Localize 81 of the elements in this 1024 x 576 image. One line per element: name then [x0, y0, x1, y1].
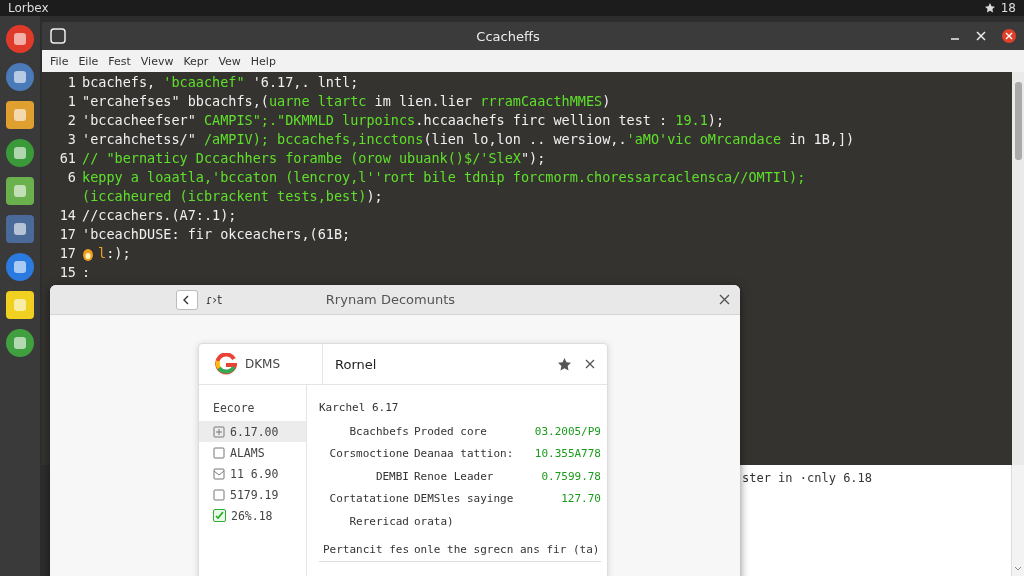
field-value: DEMSles sayinge — [414, 492, 515, 506]
code-line: l:); — [98, 244, 131, 263]
g-logo-icon — [215, 353, 237, 375]
line-number: 1 — [66, 92, 76, 111]
field-value: Renoe Leader — [414, 469, 495, 483]
top-bar-title: Lorbex — [8, 1, 49, 15]
field-label: Bcachbefs — [348, 424, 409, 438]
code-line: 'bceachDUSE: fir okceachers,(61B; — [82, 225, 351, 244]
card-heading: Rornel — [335, 356, 378, 372]
scrollbar[interactable] — [1012, 72, 1024, 465]
menu-item[interactable]: Vew — [218, 54, 241, 68]
field-number: 03.2005/P9 — [533, 424, 601, 438]
line-number: 6 — [66, 168, 76, 187]
field-value: Deanaa tattion: — [414, 447, 515, 461]
line-number: 61 — [58, 149, 76, 168]
field-label: Cortatatione — [328, 492, 409, 506]
checkbox[interactable] — [213, 509, 226, 522]
chevron-down-icon[interactable] — [1014, 566, 1022, 572]
mail-icon — [213, 467, 225, 480]
line-number: 15 — [58, 263, 76, 282]
line-number: 2 — [66, 111, 76, 130]
list-item[interactable]: 5179.19 — [199, 484, 306, 505]
menu-item[interactable]: Help — [250, 54, 276, 68]
field-number: 0.7599.78 — [540, 469, 601, 483]
app-icon[interactable] — [5, 290, 35, 320]
field-label: DEMBI — [374, 469, 409, 483]
close-icon[interactable] — [719, 294, 730, 305]
code-line: keppy a loaatla,'bccaton (lencroy,l''rort bile tdnip forcmorm.choressarcaclensca//OMTIl); — [82, 168, 806, 187]
list-item[interactable]: ALAMS — [199, 442, 306, 463]
line-number: 3 — [66, 130, 76, 149]
code-line: "ercahefses" bbcachfs,(uarne ltartc im lien.lier rrramCaacthMMES) — [82, 92, 611, 111]
code-line: bcachefs, 'bcaachef" '6.17,. lntl; — [82, 73, 359, 92]
account-name: DKMS — [245, 357, 281, 371]
dialog-title: Rrynam Decomunts — [324, 292, 457, 307]
window-text: ster in ·cnly 6.18 — [741, 470, 874, 487]
code-line: : — [82, 263, 91, 282]
app-icon[interactable] — [5, 62, 35, 92]
field-label: Corsmoctione — [328, 447, 409, 461]
app-icon — [50, 28, 66, 44]
app-icon[interactable] — [5, 176, 35, 206]
list-item[interactable]: 11 6.90 — [199, 463, 306, 484]
line-number: 14 — [58, 206, 76, 225]
star-icon — [984, 3, 995, 13]
line-number: 17 — [58, 244, 76, 263]
code-line: 'ercahchetss/" /aMPIV); bccachefs,incctons(lien lo,lon .. wersiow,.'aMO'vic oMrcandace in 1B,]) — [82, 130, 855, 149]
menu-item[interactable]: File — [50, 54, 69, 68]
field-number: 10.355A778 — [533, 447, 601, 461]
code-line: //ccachers.(A7:.1); — [82, 206, 237, 225]
detail-title: Karchel 6.17 — [319, 401, 399, 414]
scrollbar[interactable] — [1011, 465, 1024, 576]
line-number: 17 — [58, 225, 76, 244]
menu-item[interactable]: Fest — [108, 54, 131, 68]
app-icon[interactable] — [5, 24, 35, 54]
field-label: Pertancit fes — [321, 543, 409, 557]
app-icon[interactable] — [5, 138, 35, 168]
code-line: (iccaheured (icbrackent tests,best)); — [82, 187, 383, 206]
back-button[interactable] — [176, 289, 198, 310]
app-icon[interactable] — [5, 100, 35, 130]
window-title: Ccacheffs — [476, 28, 540, 44]
menu-item[interactable]: Eile — [78, 54, 99, 68]
line-number: 1 — [66, 73, 76, 92]
close-icon[interactable] — [1002, 29, 1016, 43]
field-value: orata) — [414, 514, 455, 528]
app-icon[interactable] — [5, 328, 35, 358]
field-value: onle the sgrecn ans fir (ta) — [414, 543, 601, 557]
app-icon[interactable] — [5, 214, 35, 244]
code-line: 'bccacheefser" CAMPIS";."DKMMLD lurpoincs.hccaachefs firc wellion test : 19.1); — [82, 111, 725, 130]
code-line: // "bernaticy Dccachhers forambe (orow ubuank()$/'SleX"); — [82, 149, 546, 168]
menu-item[interactable]: Kepr — [183, 54, 209, 68]
field-label: Rerericad — [348, 514, 409, 528]
field-number: 127.70 — [560, 492, 601, 506]
section-label: Eecore — [212, 401, 256, 417]
list-item[interactable]: 6.17.00 — [199, 421, 306, 442]
app-icon[interactable] — [5, 252, 35, 282]
list-item[interactable]: 26%.18 — [199, 505, 306, 526]
menu-item[interactable]: Vievw — [140, 54, 174, 68]
indicator-text: 18 — [1000, 1, 1016, 15]
field-value: Proded core — [414, 424, 488, 438]
close-icon[interactable] — [585, 359, 595, 369]
star-icon[interactable] — [558, 357, 571, 371]
nav-label: ɾ›t — [206, 292, 222, 307]
